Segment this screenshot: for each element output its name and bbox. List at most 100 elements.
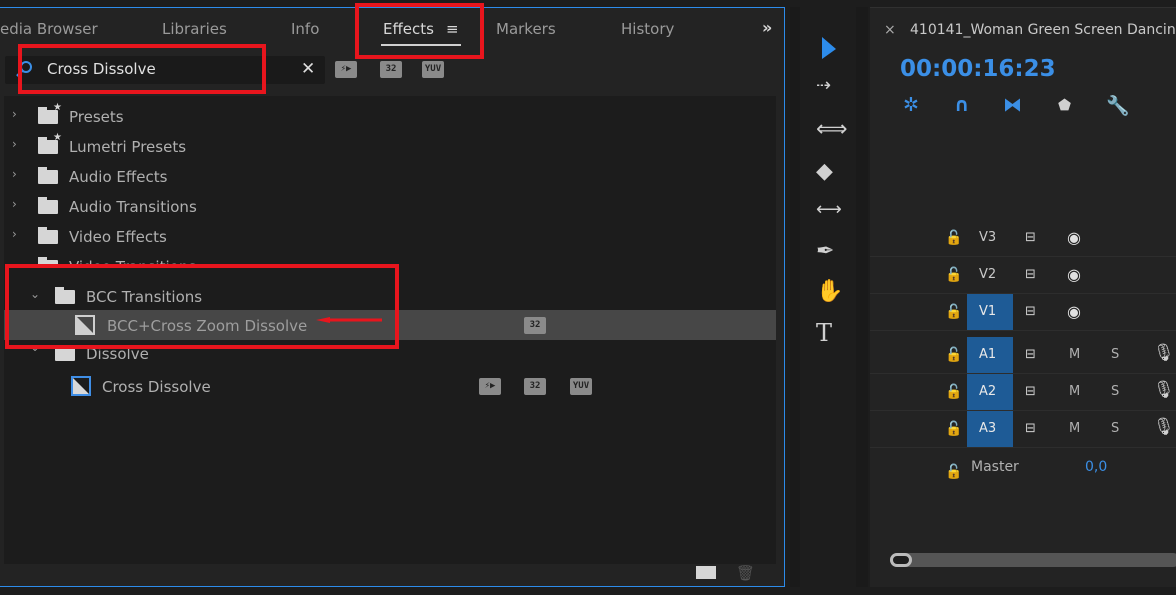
solo-button[interactable]: S <box>1111 421 1119 436</box>
marker-icon[interactable]: ⬟ <box>1058 96 1071 114</box>
search-input[interactable] <box>47 60 287 78</box>
timeline-panel: × 410141_Woman Green Screen Dancing 00:0… <box>870 7 1176 587</box>
tab-effects[interactable]: Effects <box>383 20 434 38</box>
microphone-icon[interactable]: 🎙 <box>1153 417 1175 437</box>
accelerated-effect-icon: ⚡▶ <box>479 378 501 395</box>
master-track-header: 🔓 Master 0,0 <box>870 454 1176 484</box>
yuv-filter-icon[interactable]: YUV <box>422 61 444 78</box>
tree-item-audio-transitions[interactable]: › Audio Transitions <box>4 191 776 221</box>
master-volume-value[interactable]: 0,0 <box>1085 459 1107 475</box>
track-header-v2: 🔓 V2 ⊟ ◉ <box>870 257 1176 294</box>
folder-icon <box>38 200 58 214</box>
eye-icon[interactable]: ◉ <box>1067 265 1081 284</box>
32bit-filter-icon[interactable]: 32 <box>380 61 402 78</box>
tree-item-label: Audio Effects <box>69 168 167 186</box>
ripple-edit-tool-icon[interactable]: ⟺ <box>816 117 848 142</box>
track-name[interactable]: V3 <box>967 220 1013 256</box>
32bit-icon: 32 <box>524 378 546 395</box>
toggle-sync-lock-icon[interactable]: ⊟ <box>1025 421 1036 436</box>
eye-icon[interactable]: ◉ <box>1067 228 1081 247</box>
lock-icon[interactable]: 🔓 <box>945 267 962 283</box>
clear-search-icon[interactable]: ✕ <box>301 59 315 79</box>
accelerated-effects-filter-icon[interactable]: ⚡▶ <box>335 61 357 78</box>
track-name[interactable]: A2 <box>967 374 1013 410</box>
toggle-sync-lock-icon[interactable]: ⊟ <box>1025 267 1036 282</box>
chevron-down-icon[interactable]: ⌄ <box>30 287 40 301</box>
tab-media-browser[interactable]: edia Browser <box>0 20 98 38</box>
playhead-timecode[interactable]: 00:00:16:23 <box>900 56 1056 82</box>
tree-item-presets[interactable]: › ★ Presets <box>4 101 776 131</box>
scrollbar-handle[interactable] <box>890 553 912 567</box>
track-header-a3: 🔓 A3 ⊟ M S 🎙 <box>870 411 1176 448</box>
type-tool-icon[interactable]: T <box>816 319 832 347</box>
hand-tool-icon[interactable]: ✋ <box>816 279 843 304</box>
new-bin-icon[interactable] <box>696 566 716 579</box>
chevron-right-icon[interactable]: › <box>12 167 17 181</box>
sequence-tab-title[interactable]: 410141_Woman Green Screen Dancing <box>910 22 1176 38</box>
add-marker-icon[interactable]: ⧓ <box>1003 94 1022 116</box>
lock-icon[interactable]: 🔓 <box>945 230 962 246</box>
mute-button[interactable]: M <box>1069 347 1080 362</box>
pen-tool-icon[interactable]: ✒ <box>816 239 834 264</box>
tree-item-cross-dissolve[interactable]: Cross Dissolve ⚡▶ 32 YUV <box>4 371 776 401</box>
razor-tool-icon[interactable]: ◆ <box>816 159 833 184</box>
folder-icon <box>38 170 58 184</box>
chevron-right-icon[interactable]: › <box>12 197 17 211</box>
microphone-icon[interactable]: 🎙 <box>1153 343 1175 363</box>
solo-button[interactable]: S <box>1111 347 1119 362</box>
tree-item-audio-effects[interactable]: › Audio Effects <box>4 161 776 191</box>
toggle-sync-lock-icon[interactable]: ⊟ <box>1025 347 1036 362</box>
tree-item-video-effects[interactable]: › Video Effects <box>4 221 776 251</box>
lock-icon[interactable]: 🔓 <box>945 421 962 437</box>
tree-item-bcc-transitions[interactable]: ⌄ BCC Transitions <box>4 281 776 311</box>
chevron-right-icon[interactable]: › <box>12 107 17 121</box>
lock-icon[interactable]: 🔓 <box>945 384 962 400</box>
tree-item-bcc-cross-zoom-dissolve[interactable]: BCC+Cross Zoom Dissolve 32 <box>4 310 776 340</box>
track-name[interactable]: V2 <box>967 257 1013 293</box>
mute-button[interactable]: M <box>1069 384 1080 399</box>
timeline-zoom-scrollbar[interactable] <box>890 553 1176 567</box>
eye-icon[interactable]: ◉ <box>1067 302 1081 321</box>
close-sequence-icon[interactable]: × <box>884 22 896 38</box>
folder-icon <box>55 290 75 304</box>
delete-icon[interactable]: 🗑 <box>736 564 755 582</box>
track-name[interactable]: V1 <box>967 294 1013 330</box>
chevron-down-icon[interactable]: ⌄ <box>30 348 40 354</box>
tree-item-label: Video Effects <box>69 228 167 246</box>
mute-button[interactable]: M <box>1069 421 1080 436</box>
track-name[interactable]: A1 <box>967 337 1013 373</box>
solo-button[interactable]: S <box>1111 384 1119 399</box>
microphone-icon[interactable]: 🎙 <box>1153 380 1175 400</box>
chevron-right-icon[interactable]: › <box>12 137 17 151</box>
more-tabs-icon[interactable]: » <box>762 18 772 37</box>
toggle-sync-lock-icon[interactable]: ⊟ <box>1025 230 1036 245</box>
selection-tool-icon[interactable] <box>818 35 840 63</box>
track-select-tool-icon[interactable]: ⇢ <box>816 75 831 96</box>
chevron-down-icon[interactable]: ⌄ <box>12 257 22 267</box>
timeline-settings-icon[interactable]: 🔧 <box>1106 94 1130 117</box>
tree-item-label: Presets <box>69 108 124 126</box>
snap-in-timeline-icon[interactable]: ✲ <box>903 94 919 116</box>
lock-icon[interactable]: 🔓 <box>945 304 962 320</box>
toggle-sync-lock-icon[interactable]: ⊟ <box>1025 384 1036 399</box>
lock-icon[interactable]: 🔓 <box>945 464 962 480</box>
toggle-sync-lock-icon[interactable]: ⊟ <box>1025 304 1036 319</box>
search-field[interactable]: ✕ <box>5 56 325 84</box>
linked-selection-icon[interactable]: ∩ <box>954 94 969 116</box>
chevron-right-icon[interactable]: › <box>12 227 17 241</box>
tree-item-lumetri-presets[interactable]: › ★ Lumetri Presets <box>4 131 776 161</box>
tab-history[interactable]: History <box>621 20 674 38</box>
search-icon <box>15 60 33 78</box>
tab-info[interactable]: Info <box>291 20 319 38</box>
track-name[interactable]: A3 <box>967 411 1013 447</box>
lock-icon[interactable]: 🔓 <box>945 347 962 363</box>
panel-divider[interactable] <box>790 7 800 587</box>
tab-markers[interactable]: Markers <box>496 20 556 38</box>
panel-divider[interactable] <box>856 7 868 587</box>
panel-tabs: edia Browser Libraries Info Effects ≡ Ma… <box>0 8 784 50</box>
tab-libraries[interactable]: Libraries <box>162 20 227 38</box>
tree-item-dissolve[interactable]: ⌄ Dissolve <box>4 348 776 362</box>
tree-item-video-transitions[interactable]: ⌄ Video Transitions <box>4 251 776 267</box>
slip-tool-icon[interactable]: ⟷ <box>816 199 842 220</box>
effects-menu-icon[interactable]: ≡ <box>446 20 459 38</box>
